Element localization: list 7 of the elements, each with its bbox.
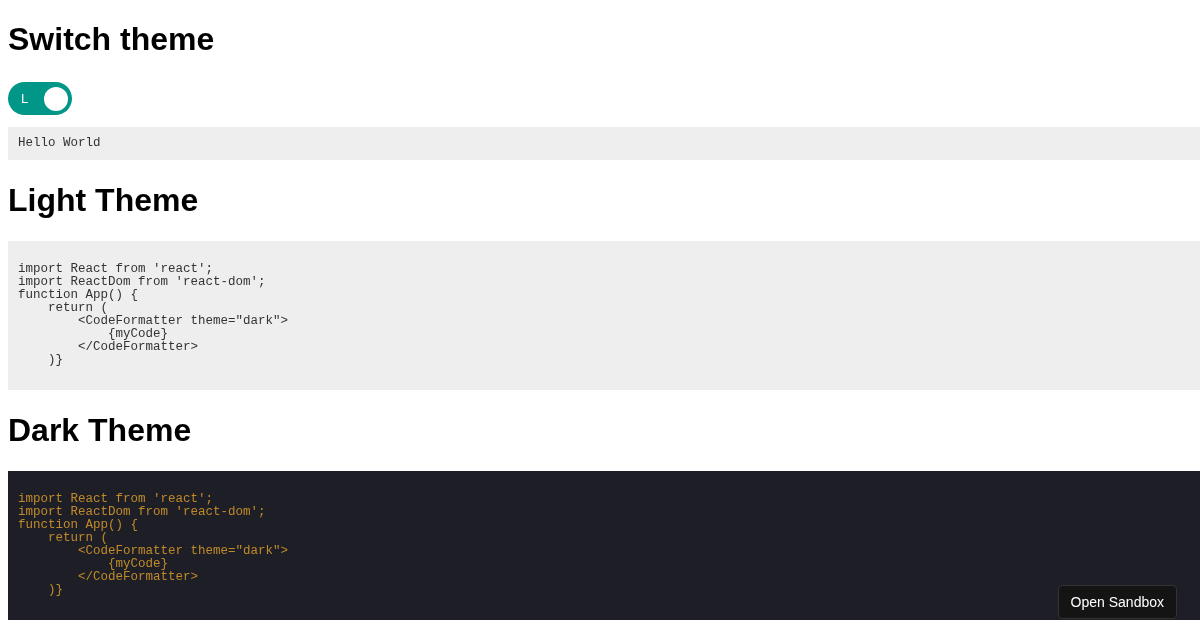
section-heading: Dark Theme xyxy=(8,412,193,449)
theme-toggle[interactable]: L xyxy=(8,82,72,115)
code-block: import React from 'react'; import ReactDom from 'react-dom'; function App() { return ( <CodeFormatter theme="dark"> {myCode} </CodeFormatter> )} xyxy=(8,241,1200,390)
open-sandbox-button[interactable]: Open Sandbox xyxy=(1057,585,1177,619)
section-heading: Light Theme xyxy=(8,182,200,219)
output-text: Hello World xyxy=(8,127,1200,160)
page-title: Switch theme xyxy=(8,20,216,58)
